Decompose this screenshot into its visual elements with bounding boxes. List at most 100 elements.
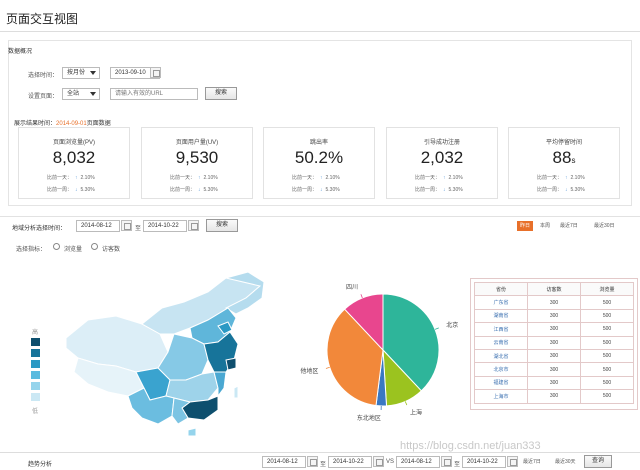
table-row[interactable]: 北京市 300 500 xyxy=(474,362,634,377)
page-select[interactable]: 全站 xyxy=(62,88,100,100)
province-cell: 北京市 xyxy=(474,362,528,377)
legend-swatch xyxy=(31,360,40,368)
arrow-down-icon: ↓ xyxy=(565,187,568,193)
calendar-icon[interactable] xyxy=(507,456,518,467)
calendar-icon[interactable] xyxy=(150,67,161,78)
url-input[interactable]: 请输入有效的URL xyxy=(110,88,198,100)
quick-range-30days[interactable]: 最近30日 xyxy=(591,221,618,231)
stat-compare-week: 比前一周： ↓ 5.30% xyxy=(47,187,95,193)
overview-search-button[interactable]: 搜索 xyxy=(205,87,237,100)
stat-compare-week: 比前一周： ↓ 5.30% xyxy=(170,187,218,193)
trend-query-button[interactable]: 查询 xyxy=(584,455,612,468)
trend-to-label-b: 至 xyxy=(454,462,461,468)
calendar-icon[interactable] xyxy=(121,220,132,231)
trend-date-a-to[interactable]: 2014-10-22 xyxy=(328,456,372,468)
quick-range-yesterday[interactable]: 昨日 xyxy=(517,221,534,231)
legend-swatch xyxy=(31,382,40,390)
stat-label: 引导成功注册 xyxy=(423,140,460,146)
calendar-icon[interactable] xyxy=(373,456,384,467)
trend-date-b-from[interactable]: 2014-08-12 xyxy=(396,456,440,468)
trend-vs-label: VS xyxy=(386,459,395,465)
pageviews-cell: 500 xyxy=(580,389,634,404)
page-label: 设置页面： xyxy=(28,94,59,100)
geo-date-to[interactable]: 2014-10-22 xyxy=(143,220,187,232)
province-table: 省份 访客数 浏览量 广东省 300 500 湖南省 300 500 江西省 300 500… xyxy=(474,281,634,404)
calendar-icon[interactable] xyxy=(307,456,318,467)
province-cell: 湖北省 xyxy=(474,348,528,364)
page-title: 页面交互视图 xyxy=(6,12,79,26)
geo-title: 地域分析选择时间： xyxy=(12,226,67,232)
time-label: 选择时间： xyxy=(28,73,59,79)
pie-label-line xyxy=(404,401,408,406)
pie-slice-label: 北京 xyxy=(446,321,458,329)
arrow-up-icon: ↑ xyxy=(198,175,201,181)
metric-label: 选择指标： xyxy=(16,247,47,253)
pageviews-cell: 500 xyxy=(580,322,634,337)
visitors-cell: 300 xyxy=(527,362,581,377)
pie-slice-label: 四川 xyxy=(346,284,358,291)
stat-value: 9,530 xyxy=(175,148,219,167)
trend-title: 趋势分析 xyxy=(28,462,53,468)
china-map[interactable] xyxy=(58,268,270,450)
arrow-up-icon: ↑ xyxy=(443,175,446,181)
geo-search-button[interactable]: 搜索 xyxy=(206,219,238,232)
quick-range-week[interactable]: 本周 xyxy=(537,221,553,231)
map-region-taiwan xyxy=(233,385,239,399)
legend-swatch xyxy=(31,393,40,401)
arrow-down-icon: ↓ xyxy=(75,187,78,193)
map-region-hainan xyxy=(187,427,197,437)
column-header-pageviews[interactable]: 浏览量 xyxy=(580,281,634,297)
visitors-cell: 300 xyxy=(527,389,581,404)
time-select[interactable]: 按月份 xyxy=(62,67,100,79)
table-row[interactable]: 云南省 300 500 xyxy=(474,335,634,350)
pie-slice-label: 上海 xyxy=(410,408,422,416)
pageviews-cell: 500 xyxy=(580,335,634,350)
column-header-province[interactable]: 省份 xyxy=(474,281,528,297)
stat-value: 50.2% xyxy=(294,148,344,167)
stat-card-bounce: 跳出率 50.2% 比前一天： ↑ 2.10% 比前一周： ↓ 5.30% xyxy=(263,127,375,199)
calendar-icon[interactable] xyxy=(441,456,452,467)
arrow-down-icon: ↓ xyxy=(198,187,201,193)
pie-slice-label: 东北地区 xyxy=(357,414,381,422)
arrow-up-icon: ↑ xyxy=(565,175,568,181)
visitors-cell: 300 xyxy=(527,295,581,310)
geo-date-from[interactable]: 2014-08-12 xyxy=(76,220,120,232)
table-row[interactable]: 上海市 300 500 xyxy=(474,389,634,404)
stat-value: 2,032 xyxy=(420,148,464,167)
trend-quick-30days[interactable]: 最近30天 xyxy=(552,457,579,467)
province-cell: 广东省 xyxy=(474,295,528,310)
trend-date-b-to[interactable]: 2014-10-22 xyxy=(462,456,506,468)
province-cell: 湖南省 xyxy=(474,308,528,324)
stat-card-pv: 页面浏览量(PV) 8,032 比前一天： ↑ 2.10% 比前一周： ↓ 5.30% xyxy=(18,127,130,199)
arrow-up-icon: ↑ xyxy=(320,175,323,181)
stat-compare-week: 比前一周： ↓ 5.30% xyxy=(292,187,340,193)
stat-card-register: 引导成功注册 2,032 比前一天： ↑ 2.10% 比前一周： ↓ 5.30% xyxy=(386,127,498,199)
table-row[interactable]: 江西省 300 500 xyxy=(474,322,634,337)
trend-to-label-a: 至 xyxy=(320,462,327,468)
province-cell: 福建省 xyxy=(474,375,528,391)
trend-quick-7days[interactable]: 最近7日 xyxy=(520,457,544,467)
metric-pv-radio[interactable] xyxy=(53,243,60,250)
stat-compare-week: 比前一周： ↓ 5.30% xyxy=(415,187,463,193)
calendar-icon[interactable] xyxy=(188,220,199,231)
arrow-up-icon: ↑ xyxy=(75,175,78,181)
quick-range-7days[interactable]: 最近7日 xyxy=(557,221,581,231)
table-row[interactable]: 湖北省 300 500 xyxy=(474,348,634,364)
stat-card-uv: 页面用户量(UV) 9,530 比前一天： ↑ 2.10% 比前一周： ↓ 5.30% xyxy=(141,127,253,199)
visitors-cell: 300 xyxy=(527,375,581,391)
pie-chart[interactable]: 北京上海东北地区 其他地区 四川 xyxy=(300,270,470,430)
pie-label-line xyxy=(325,366,330,369)
map-region-shanghai xyxy=(225,357,237,371)
table-row[interactable]: 福建省 300 500 xyxy=(474,375,634,391)
time-select-value: 按月份 xyxy=(67,70,86,76)
metric-uv-radio[interactable] xyxy=(91,243,98,250)
column-header-visitors[interactable]: 访客数 xyxy=(527,281,581,297)
stat-card-staytime: 平均停留时间 88s 比前一天： ↑ 2.10% 比前一周： ↓ 5.30% xyxy=(508,127,620,199)
metric-uv-label: 访客数 xyxy=(102,247,121,253)
trend-date-a-from[interactable]: 2014-08-12 xyxy=(262,456,306,468)
table-row[interactable]: 广东省 300 500 xyxy=(474,295,634,310)
legend-swatch xyxy=(31,338,40,346)
pageviews-cell: 500 xyxy=(580,295,634,310)
table-row[interactable]: 湖南省 300 500 xyxy=(474,308,634,324)
province-cell: 江西省 xyxy=(474,322,528,337)
